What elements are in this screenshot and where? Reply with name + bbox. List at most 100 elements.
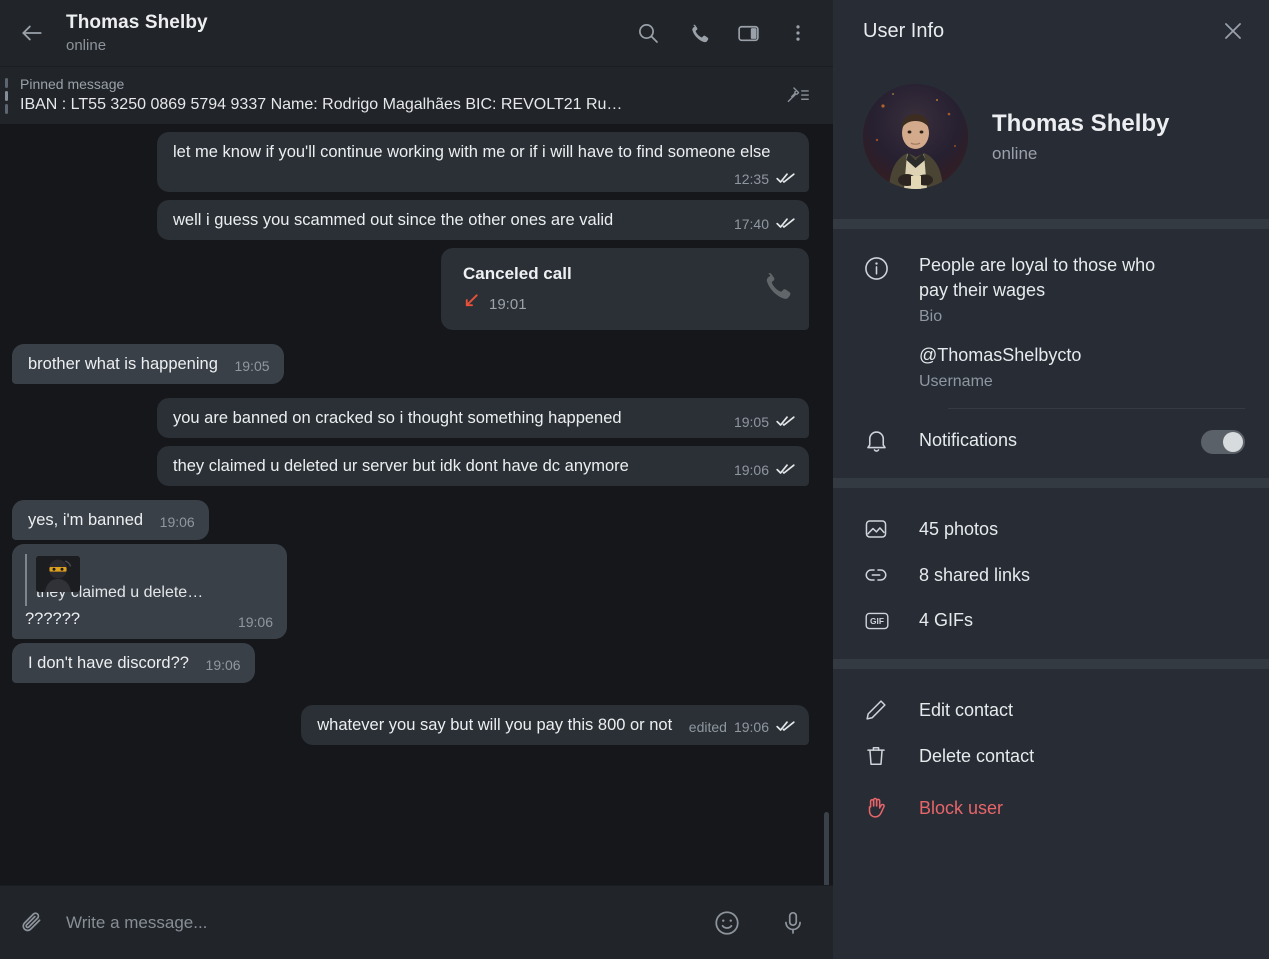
- user-info-title: User Info: [863, 19, 945, 42]
- chat-header-actions: [631, 16, 815, 50]
- paperclip-icon[interactable]: [8, 899, 56, 947]
- call-time: 19:01: [489, 295, 527, 313]
- shared-photos-label: 45 photos: [919, 518, 999, 539]
- svg-text:GIF: GIF: [870, 616, 884, 626]
- smiley-icon[interactable]: [703, 899, 751, 947]
- phone-icon: [759, 269, 793, 310]
- pinned-indicator: [5, 77, 8, 114]
- edit-contact-row[interactable]: Edit contact: [833, 687, 1269, 733]
- message-text: yes, i'm banned: [28, 511, 144, 529]
- message-time: 19:06: [237, 614, 273, 630]
- username-label: Username: [919, 373, 993, 390]
- bio-row[interactable]: People are loyal to those who pay their …: [833, 243, 1269, 339]
- delete-contact-label: Delete contact: [919, 745, 1035, 766]
- delete-contact-body: Delete contact: [919, 744, 1245, 769]
- phone-icon[interactable]: [681, 16, 715, 50]
- message-row: Canceled call 19:01: [12, 248, 809, 330]
- message-text: whatever you say but will you pay this 8…: [317, 716, 673, 734]
- username-body: @ThomasShelbycto Username: [919, 343, 1245, 394]
- shared-links-label: 8 shared links: [919, 564, 1031, 585]
- message-scrollbar-thumb[interactable]: [824, 812, 829, 885]
- message-row: they claimed u deleted ur server but idk…: [12, 446, 809, 486]
- message-bubble-outgoing[interactable]: well i guess you scammed out since the o…: [157, 200, 809, 240]
- message-meta: edited 19:06: [689, 718, 795, 736]
- read-ticks-icon: [776, 461, 795, 479]
- message-row: you are banned on cracked so i thought s…: [12, 398, 809, 438]
- pinned-message-bar[interactable]: Pinned message IBAN : LT55 3250 0869 579…: [0, 66, 833, 124]
- more-vertical-icon[interactable]: [781, 16, 815, 50]
- message-time: 19:06: [159, 514, 195, 530]
- pinned-message-label: Pinned message: [20, 76, 125, 92]
- message-bubble-incoming[interactable]: yes, i'm banned 19:06: [12, 500, 209, 540]
- pinned-message-body: IBAN : LT55 3250 0869 5794 9337 Name: Ro…: [20, 96, 623, 113]
- username-icon-slot: [863, 343, 919, 345]
- message-time: 19:05: [733, 414, 769, 430]
- trash-icon: [863, 743, 919, 769]
- message-bubble-outgoing[interactable]: they claimed u deleted ur server but idk…: [157, 446, 809, 486]
- notifications-row[interactable]: Notifications: [833, 409, 1269, 468]
- edit-contact-label: Edit contact: [919, 699, 1014, 720]
- message-meta: 19:05: [734, 413, 795, 431]
- message-meta: 19:05: [234, 357, 269, 375]
- message-time: 17:40: [733, 216, 769, 232]
- username-row[interactable]: @ThomasShelbycto Username: [833, 339, 1269, 404]
- message-text: let me know if you'll continue working w…: [173, 143, 771, 161]
- message-bubble-reply[interactable]: they claimed u delete… ?????? 19:06: [12, 544, 287, 639]
- message-text: ??????: [25, 610, 81, 628]
- profile-name: Thomas Shelby: [992, 110, 1170, 137]
- thomas-shelby-avatar[interactable]: [863, 84, 968, 189]
- microphone-icon[interactable]: [769, 899, 817, 947]
- pinned-message-text: Pinned message IBAN : LT55 3250 0869 579…: [20, 75, 777, 116]
- user-profile-summary[interactable]: Thomas Shelby online: [833, 62, 1269, 219]
- pencil-icon: [863, 697, 919, 723]
- message-meta: 19:06: [206, 656, 241, 674]
- notifications-toggle[interactable]: [1201, 429, 1245, 454]
- composer-actions: [703, 899, 817, 947]
- canceled-call-bubble[interactable]: Canceled call 19:01: [441, 248, 809, 330]
- message-input[interactable]: [56, 912, 693, 933]
- message-bubble-incoming[interactable]: I don't have discord?? 19:06: [12, 643, 255, 683]
- message-time: 19:06: [733, 719, 769, 735]
- pin-list-icon[interactable]: [777, 84, 819, 108]
- user-info-panel: User Info Thomas Shelby online People ar…: [833, 0, 1269, 959]
- message-text: brother what is happening: [28, 355, 218, 373]
- call-subline: 19:01: [463, 292, 751, 316]
- back-arrow-icon[interactable]: [10, 11, 54, 55]
- message-row: whatever you say but will you pay this 8…: [12, 705, 809, 745]
- message-composer: [0, 885, 833, 959]
- quoted-message[interactable]: they claimed u delete…: [25, 554, 273, 606]
- shared-photos-row[interactable]: 45 photos: [833, 506, 1269, 552]
- message-bubble-outgoing[interactable]: you are banned on cracked so i thought s…: [157, 398, 809, 438]
- shared-links-row[interactable]: 8 shared links: [833, 552, 1269, 598]
- shared-media-section: 45 photos 8 shared links GIF 4 GIFs: [833, 488, 1269, 659]
- message-time: 19:06: [205, 657, 241, 673]
- close-icon[interactable]: [1213, 11, 1253, 51]
- section-divider: [833, 478, 1269, 488]
- message-bubble-outgoing[interactable]: let me know if you'll continue working w…: [157, 132, 809, 192]
- bio-section: People are loyal to those who pay their …: [833, 229, 1269, 478]
- call-title: Canceled call: [463, 264, 572, 283]
- shared-gifs-row[interactable]: GIF 4 GIFs: [833, 598, 1269, 643]
- bio-label: Bio: [919, 308, 943, 325]
- read-ticks-icon: [776, 170, 795, 188]
- message-row: they claimed u delete… ?????? 19:06: [12, 544, 809, 639]
- message-bubble-incoming[interactable]: brother what is happening 19:05: [12, 344, 284, 384]
- message-meta: 17:40: [734, 215, 795, 233]
- shared-gifs-label: 4 GIFs: [919, 610, 974, 630]
- delete-contact-row[interactable]: Delete contact: [833, 733, 1269, 779]
- chat-header: Thomas Shelby online: [0, 0, 833, 66]
- bio-body: People are loyal to those who pay their …: [919, 253, 1245, 329]
- chat-title-block[interactable]: Thomas Shelby online: [66, 11, 631, 56]
- call-canceled-arrow-icon: [463, 292, 480, 316]
- search-icon[interactable]: [631, 16, 665, 50]
- telegram-window: Thomas Shelby online Pinned message IBAN…: [0, 0, 1269, 959]
- message-scrollbar-track[interactable]: [824, 252, 831, 885]
- call-info: Canceled call 19:01: [463, 262, 751, 316]
- chat-pane: Thomas Shelby online Pinned message IBAN…: [0, 0, 833, 959]
- panel-toggle-icon[interactable]: [731, 16, 765, 50]
- block-user-label: Block user: [919, 797, 1004, 818]
- link-icon: [863, 562, 919, 588]
- message-bubble-outgoing[interactable]: whatever you say but will you pay this 8…: [301, 705, 809, 745]
- block-user-row[interactable]: Block user: [833, 779, 1269, 831]
- section-divider: [833, 219, 1269, 229]
